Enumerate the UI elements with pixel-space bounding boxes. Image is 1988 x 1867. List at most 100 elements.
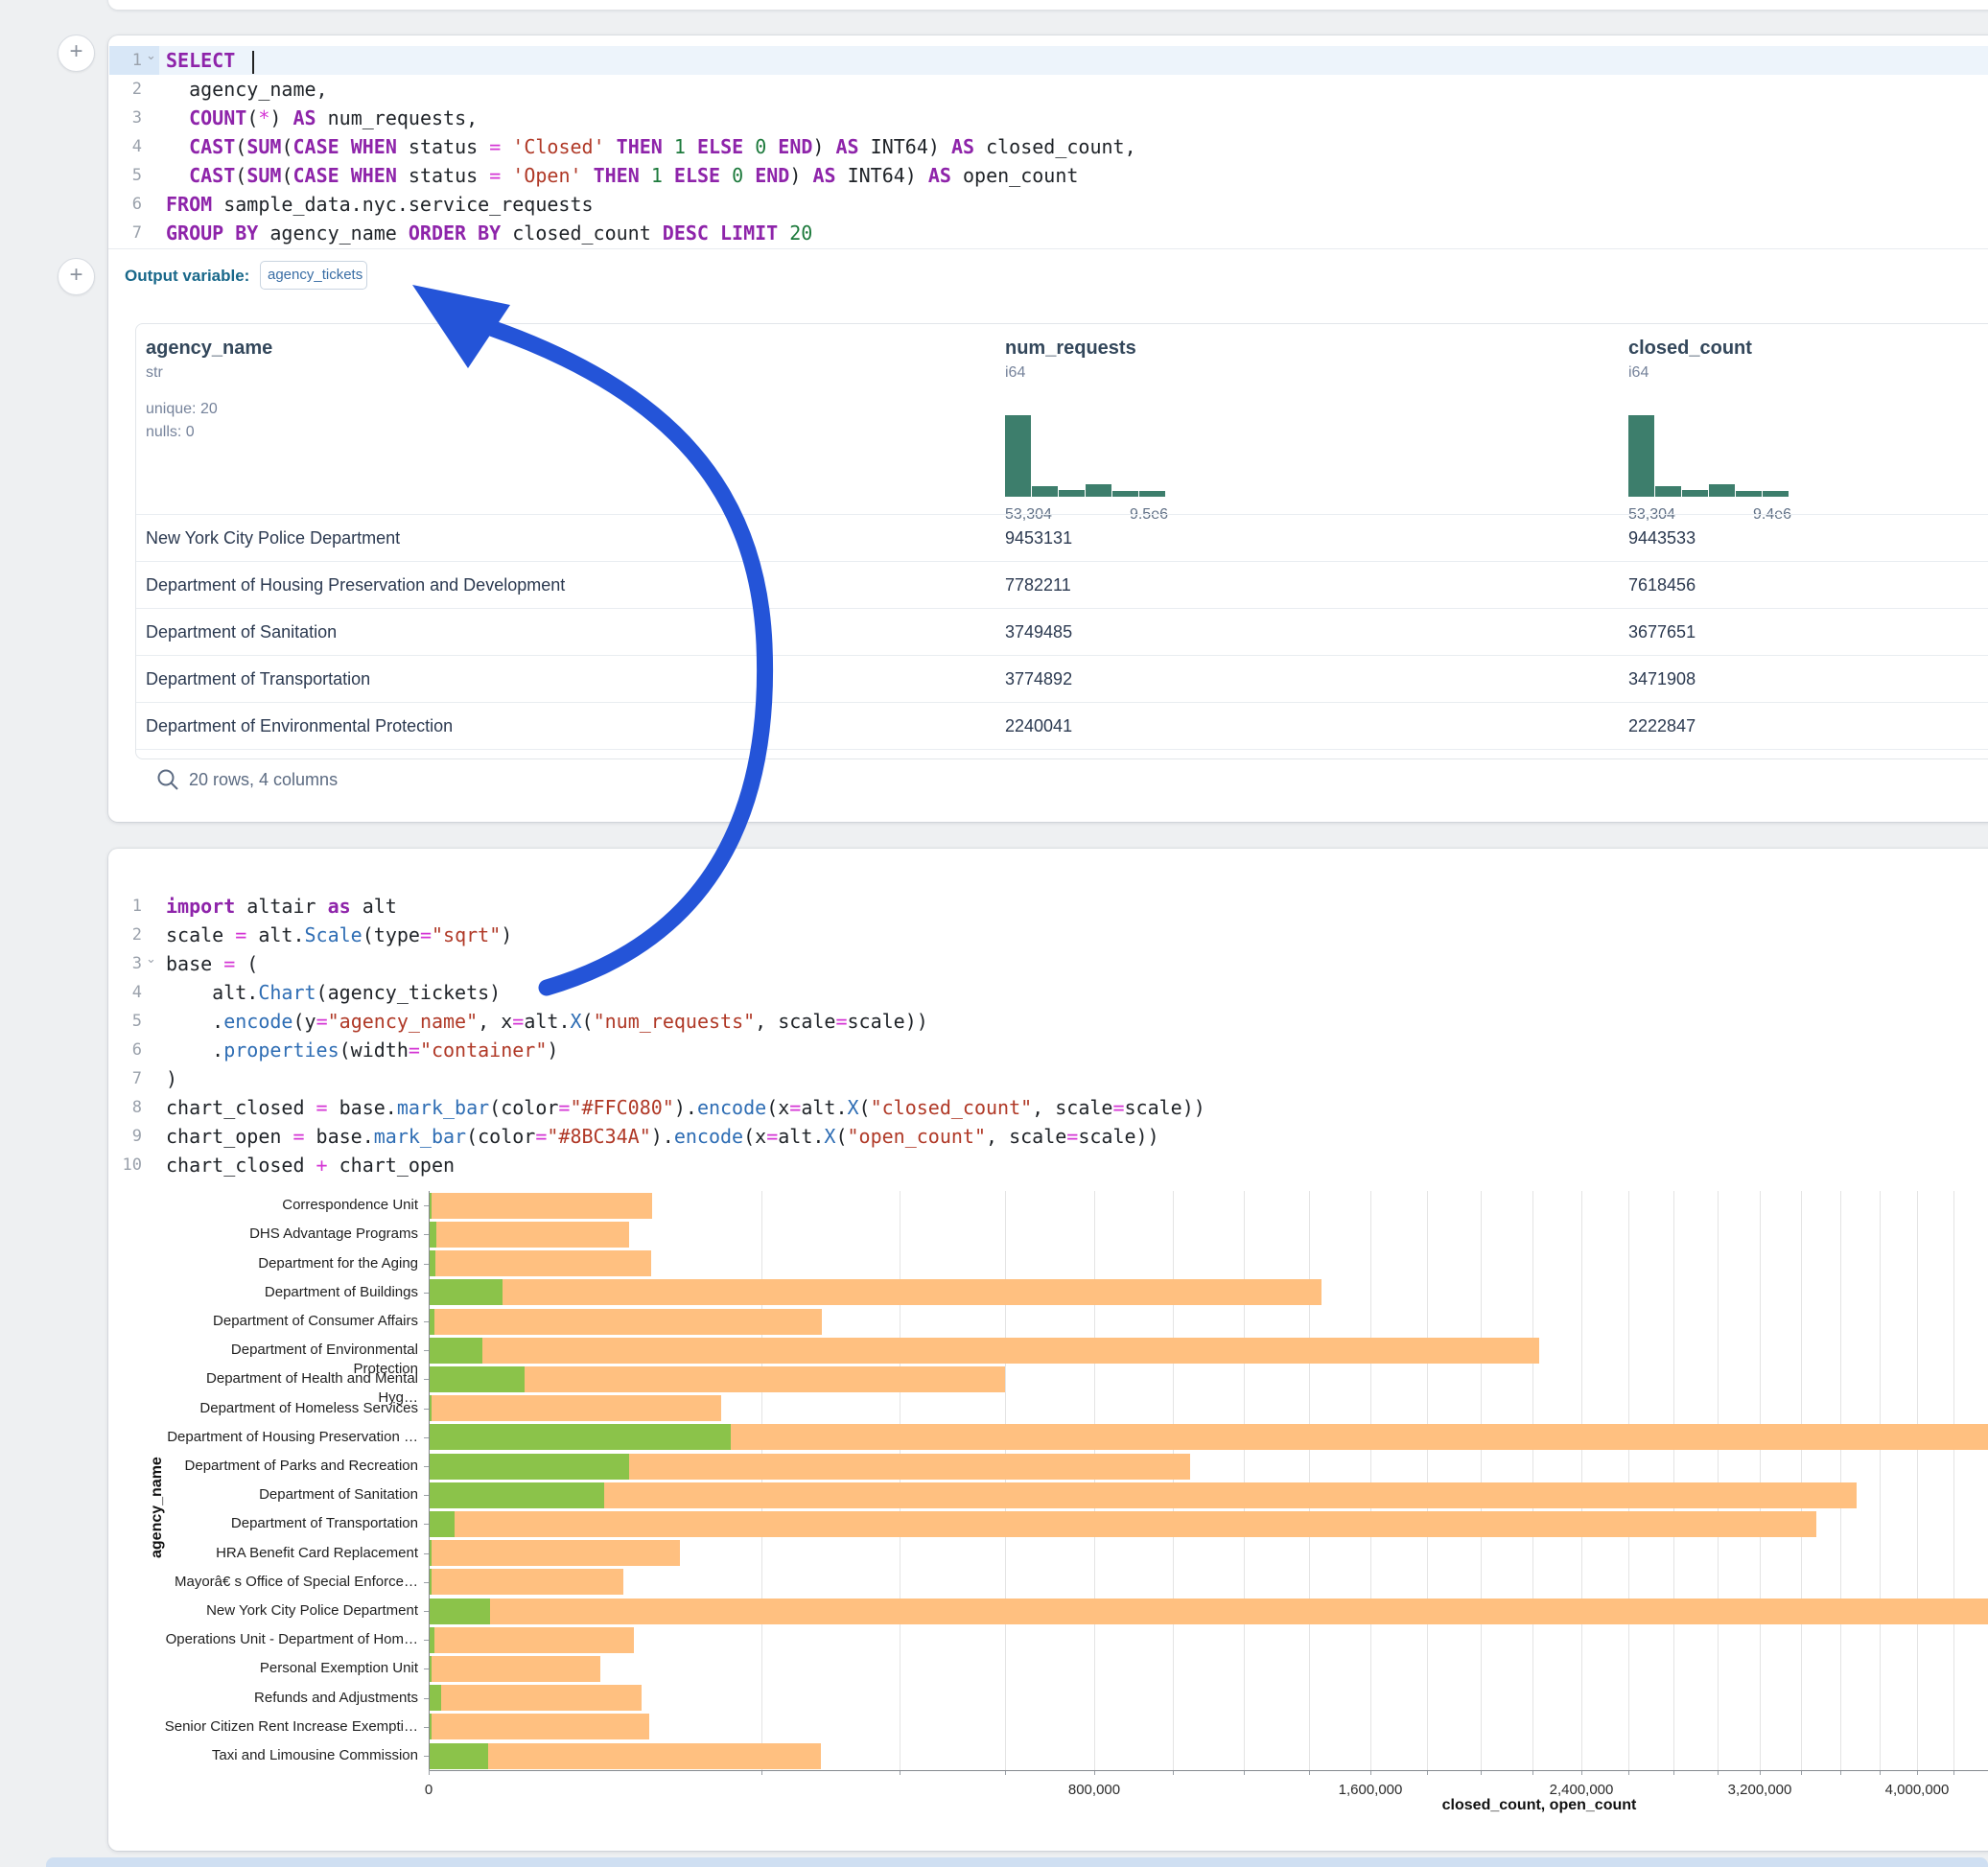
code-token: ( <box>281 135 292 158</box>
line-number: 7 <box>104 219 142 247</box>
next-cell-edge[interactable] <box>46 1857 1988 1867</box>
chart-gridline <box>1953 1191 1954 1770</box>
line-number: 2 <box>104 921 142 949</box>
chart-gridline <box>1370 1191 1371 1770</box>
code-line[interactable]: FROM sample_data.nyc.service_requests <box>166 190 594 219</box>
bar-open-count <box>430 1366 525 1392</box>
code-token: SELECT <box>166 49 235 72</box>
code-line[interactable]: CAST(SUM(CASE WHEN status = 'Open' THEN … <box>166 161 1078 190</box>
code-token: ( <box>235 952 258 975</box>
code-token: WHEN <box>351 135 397 158</box>
code-token: scale)) <box>848 1010 928 1033</box>
code-token: END <box>778 135 812 158</box>
x-tick-label: 1,600,000 <box>1313 1782 1428 1798</box>
bar-closed-count <box>430 1338 1539 1364</box>
code-token <box>743 135 755 158</box>
code-line[interactable]: ) <box>166 1064 177 1093</box>
column-header-closed_count[interactable]: closed_count <box>1628 338 1752 360</box>
code-line[interactable]: agency_name, <box>166 75 328 104</box>
y-axis-tick <box>424 1466 429 1467</box>
code-token: ORDER BY <box>409 222 501 245</box>
code-token: AS <box>928 164 951 187</box>
code-token: X <box>571 1010 582 1033</box>
code-token: ( <box>281 164 292 187</box>
x-tick-label: 800,000 <box>1037 1782 1152 1798</box>
cell-agency-name: Department of Environmental Protection <box>146 712 453 740</box>
code-token: scale)) <box>1078 1125 1158 1148</box>
code-token: , scale <box>755 1010 835 1033</box>
code-line[interactable]: alt.Chart(agency_tickets) <box>166 978 501 1007</box>
line-fold-chevron-icon[interactable]: ⌄ <box>146 48 156 63</box>
code-line[interactable]: .properties(width="container") <box>166 1036 558 1064</box>
code-token: alt. <box>524 1010 570 1033</box>
add-cell-button-top[interactable]: + <box>58 35 95 72</box>
code-line[interactable]: chart_closed + chart_open <box>166 1151 455 1179</box>
code-token: chart_open <box>166 1125 292 1148</box>
add-cell-button-output[interactable]: + <box>58 258 95 295</box>
code-line[interactable]: GROUP BY agency_name ORDER BY closed_cou… <box>166 219 812 247</box>
code-token: 1 <box>674 135 686 158</box>
chart-gridline <box>1917 1191 1918 1770</box>
code-line[interactable]: scale = alt.Scale(type="sqrt") <box>166 921 512 949</box>
chart-gridline <box>1581 1191 1582 1770</box>
code-token <box>235 49 246 72</box>
line-number: 1 <box>104 46 142 75</box>
code-token: = <box>835 1010 847 1033</box>
code-line[interactable]: import altair as alt <box>166 892 397 921</box>
output-variable-chip[interactable]: agency_tickets <box>260 261 367 290</box>
code-token: , scale <box>986 1125 1066 1148</box>
y-axis-tick <box>424 1640 429 1641</box>
code-line[interactable]: CAST(SUM(CASE WHEN status = 'Closed' THE… <box>166 132 1136 161</box>
column-header-agency_name[interactable]: agency_name <box>146 338 272 360</box>
y-axis-tick <box>424 1727 429 1728</box>
bar-open-count <box>430 1685 441 1711</box>
code-token <box>743 164 755 187</box>
search-icon[interactable] <box>156 768 181 793</box>
code-line[interactable]: COUNT(*) AS num_requests, <box>166 104 478 132</box>
text-cursor <box>252 51 254 74</box>
chart-gridline <box>1718 1191 1719 1770</box>
histogram-bar <box>1709 484 1735 497</box>
histogram-bar <box>1086 484 1111 497</box>
code-token: THEN <box>617 135 663 158</box>
code-token: . <box>166 1010 223 1033</box>
code-token: import <box>166 895 235 918</box>
bar-closed-count <box>430 1482 1857 1508</box>
code-token: SUM <box>246 164 281 187</box>
code-token: = <box>292 1125 304 1148</box>
bar-open-count <box>430 1714 432 1739</box>
code-token: open_count <box>951 164 1078 187</box>
code-line[interactable]: chart_open = base.mark_bar(color="#8BC34… <box>166 1122 1159 1151</box>
code-token: Chart <box>258 981 316 1004</box>
bar-open-count <box>430 1222 436 1248</box>
active-line-highlight <box>159 46 1988 75</box>
histogram-bar <box>1139 491 1165 497</box>
line-number: 8 <box>104 1093 142 1122</box>
bar-open-count <box>430 1627 434 1653</box>
column-stat: nulls: 0 <box>146 424 195 441</box>
code-line[interactable]: base = ( <box>166 949 258 978</box>
bar-open-count <box>430 1309 434 1335</box>
code-token: = <box>409 1039 420 1062</box>
bar-closed-count <box>430 1714 649 1739</box>
y-axis-tick <box>424 1409 429 1410</box>
line-number: 9 <box>104 1122 142 1151</box>
code-token: X <box>824 1125 835 1148</box>
cell-section-divider <box>108 248 1988 249</box>
line-number: 7 <box>104 1064 142 1093</box>
code-token: END <box>755 164 789 187</box>
code-line[interactable]: chart_closed = base.mark_bar(color="#FFC… <box>166 1093 1205 1122</box>
line-fold-chevron-icon[interactable]: ⌄ <box>146 951 156 967</box>
column-type: str <box>146 364 163 382</box>
chart-gridline <box>1628 1191 1629 1770</box>
column-header-num_requests[interactable]: num_requests <box>1005 338 1136 360</box>
histogram-bar <box>1032 486 1058 497</box>
code-token <box>605 135 617 158</box>
line-number: 4 <box>104 978 142 1007</box>
y-category-label: Mayorâ€ s Office of Special Enforce… <box>163 1573 418 1592</box>
code-line[interactable]: SELECT <box>166 46 254 75</box>
code-line[interactable]: .encode(y="agency_name", x=alt.X("num_re… <box>166 1007 928 1036</box>
y-axis-tick <box>424 1205 429 1206</box>
bar-closed-count <box>430 1395 721 1421</box>
bar-closed-count <box>430 1193 652 1219</box>
